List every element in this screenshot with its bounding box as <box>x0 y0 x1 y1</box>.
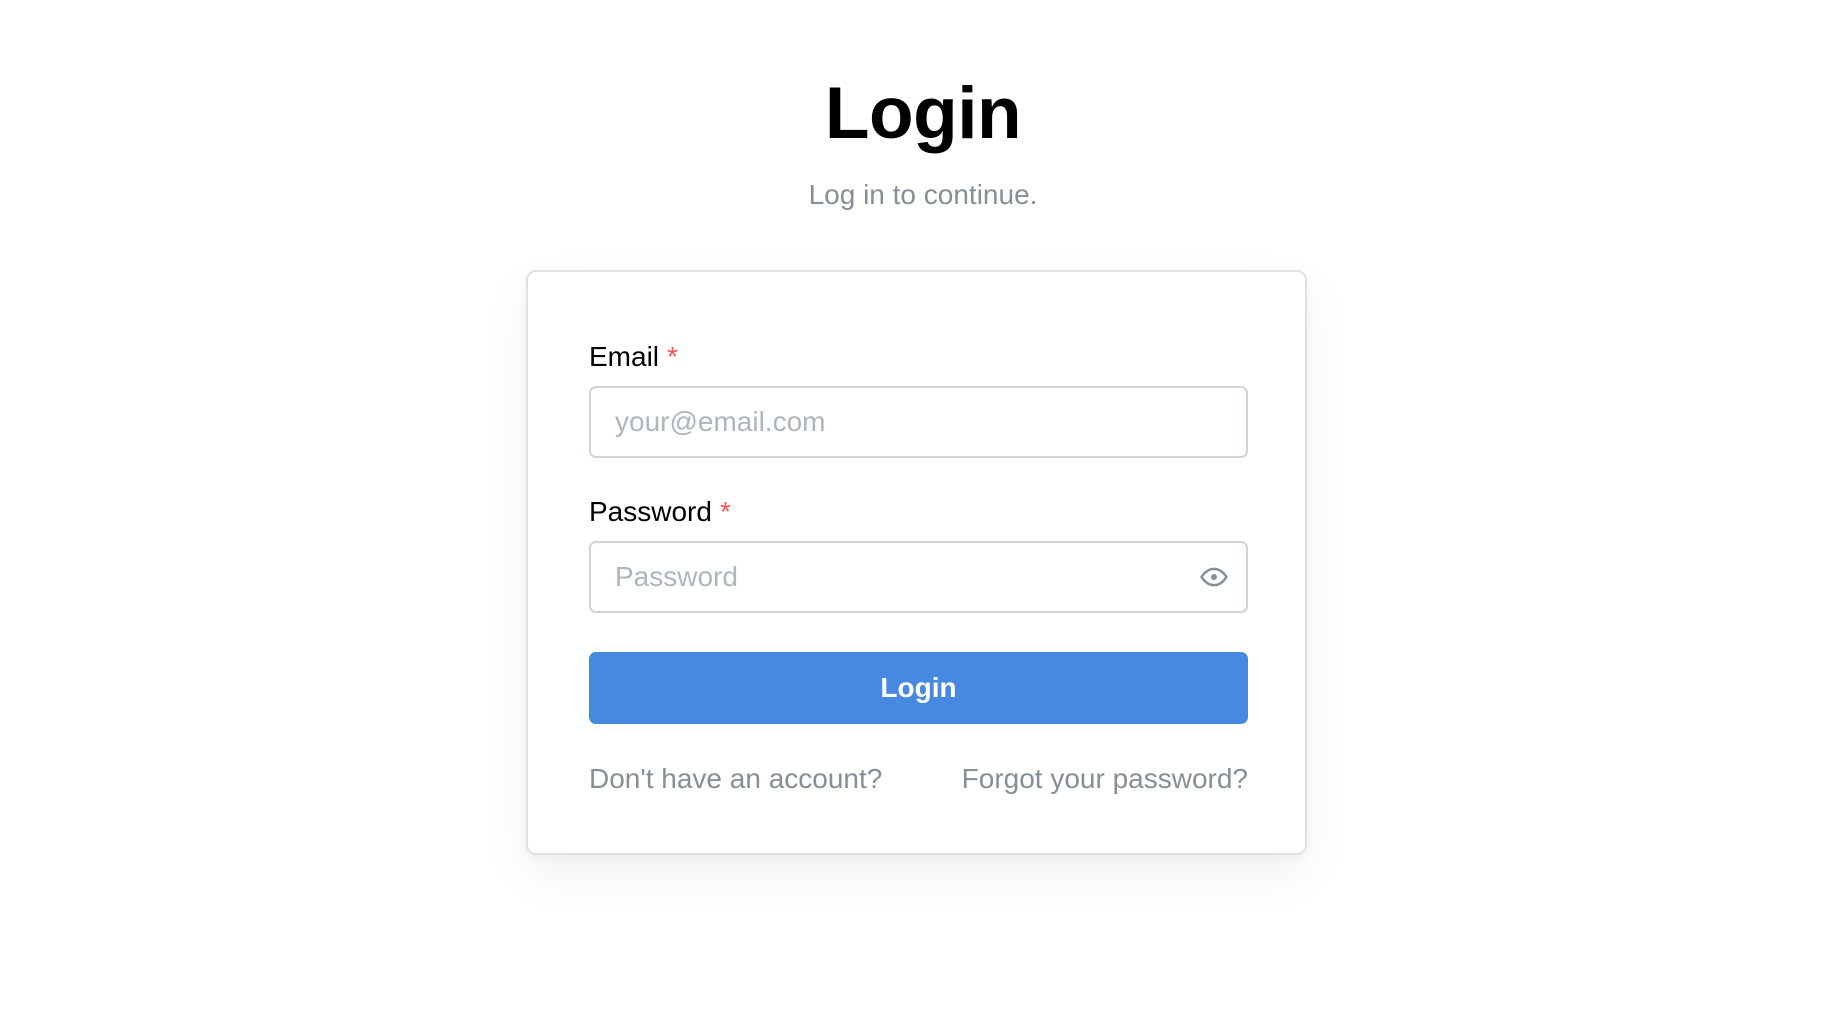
required-asterisk: * <box>719 496 731 527</box>
login-page: Login Log in to continue. Email* Passwor… <box>0 0 1846 1010</box>
password-label-text: Password <box>589 496 712 527</box>
login-card: Email* Password* Login Don't have an acc… <box>526 270 1307 855</box>
required-asterisk: * <box>667 341 678 372</box>
page-title: Login <box>824 73 1022 154</box>
password-input-wrapper <box>589 541 1248 613</box>
page-subtitle: Log in to continue. <box>808 179 1038 210</box>
eye-icon[interactable] <box>1198 561 1230 593</box>
login-button[interactable]: Login <box>589 652 1248 724</box>
forgot-password-link[interactable]: Forgot your password? <box>962 762 1248 796</box>
auth-links: Don't have an account? Forgot your passw… <box>589 762 1248 796</box>
page-header: Login Log in to continue. <box>0 72 1846 212</box>
password-input[interactable] <box>589 541 1248 613</box>
email-label: Email * <box>589 340 1248 374</box>
password-field-group: Password * <box>589 495 1248 613</box>
email-field-group: Email * <box>589 340 1248 458</box>
password-label: Password * <box>589 495 1248 529</box>
email-input[interactable] <box>589 386 1248 458</box>
signup-link[interactable]: Don't have an account? <box>589 762 882 796</box>
email-input-wrapper <box>589 386 1248 458</box>
email-label-text: Email <box>589 341 660 372</box>
